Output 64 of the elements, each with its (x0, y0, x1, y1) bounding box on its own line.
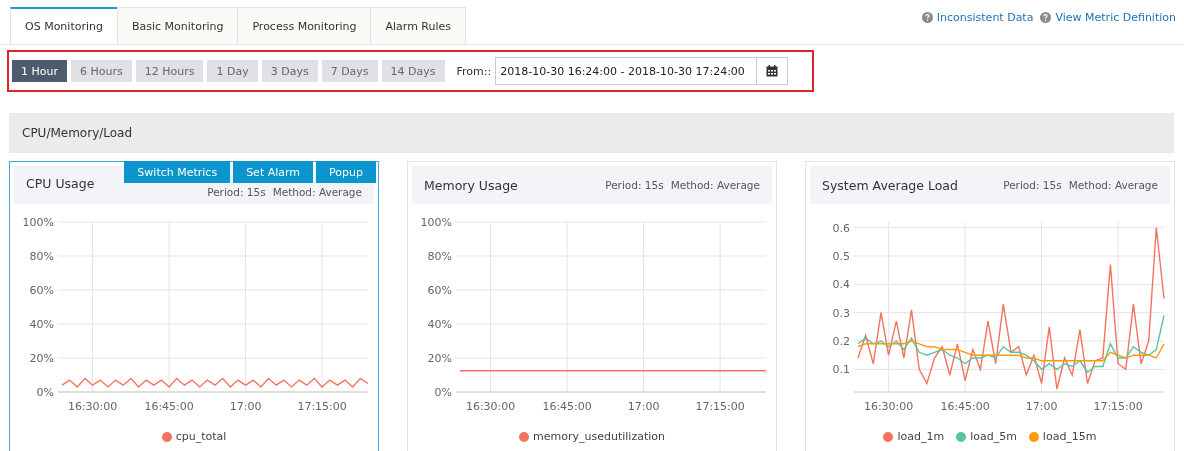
calendar-button[interactable] (756, 57, 789, 85)
axis-label: 17:00 (627, 400, 660, 413)
axis-label: 80% (29, 250, 54, 263)
axis-label: 0.4 (832, 278, 850, 292)
axis-label: 80% (427, 250, 452, 263)
axis-label: 16:45:00 (940, 400, 990, 413)
section-title: CPU/Memory/Load (22, 126, 133, 140)
legend-label[interactable]: load_15m (1042, 430, 1097, 443)
calendar-icon (766, 65, 779, 77)
help-link[interactable]: Inconsistent Data (936, 11, 1034, 24)
axis-label: 60% (427, 284, 452, 297)
axis-label: 16:30:00 (863, 400, 914, 413)
axis-label: 100% (420, 216, 452, 229)
axis-label: 0% (36, 386, 54, 399)
axis-label: 0.1 (832, 363, 850, 377)
legend-label[interactable]: load_1m (897, 430, 945, 443)
axis-label: 17:00 (229, 400, 262, 413)
help-icon (1040, 12, 1052, 23)
chart-method: Method: Average (670, 179, 760, 191)
legend-label[interactable]: cpu_total (175, 430, 227, 443)
axis-label: 40% (29, 318, 54, 331)
axis-label: 20% (29, 352, 54, 365)
date-range-field[interactable]: 2018-10-30 16:24:00 - 2018-10-30 17:24:00 (495, 57, 758, 85)
chart-title: CPU Usage (26, 175, 96, 191)
axis-label: 16:30:00 (67, 400, 118, 413)
help-link[interactable]: View Metric Definition (1055, 11, 1176, 24)
legend-label[interactable]: memory_usedutilization (533, 430, 665, 443)
time-range-button[interactable]: 6 Hours (71, 60, 132, 82)
tab[interactable]: Basic Monitoring (116, 7, 239, 44)
tab[interactable]: OS Monitoring (10, 7, 118, 44)
time-range-button[interactable]: 7 Days (321, 60, 378, 82)
axis-label: 16:30:00 (465, 400, 516, 413)
time-range-button[interactable]: 12 Hours (135, 60, 204, 82)
axis-label: 0.3 (832, 306, 850, 320)
axis-label: 17:15:00 (297, 400, 347, 413)
chart-title: Memory Usage (424, 177, 519, 193)
chart-method: Method: Average (272, 186, 362, 198)
axis-label: 0.6 (832, 221, 850, 235)
axis-label: 16:45:00 (542, 400, 592, 413)
time-range-button[interactable]: 1 Day (207, 60, 258, 82)
axis-label: 17:15:00 (695, 400, 745, 413)
axis-label: 0.5 (832, 250, 850, 263)
chart-period: Period: 15s (1003, 179, 1062, 191)
axis-label: 60% (29, 284, 54, 297)
axis-label: 40% (427, 318, 452, 331)
help-icon (921, 12, 933, 23)
time-range-button[interactable]: 1 Hour (12, 60, 67, 82)
chart-title: System Average Load (822, 177, 959, 193)
axis-label: 20% (427, 352, 452, 365)
chart-period: Period: 15s (207, 186, 266, 198)
axis-label: 17:15:00 (1093, 400, 1143, 413)
time-range-button[interactable]: 14 Days (381, 60, 445, 82)
axis-label: 100% (22, 216, 54, 229)
axis-label: 0% (434, 386, 452, 399)
axis-label: 17:00 (1025, 400, 1058, 413)
tab[interactable]: Process Monitoring (237, 7, 372, 44)
legend-label[interactable]: load_5m (970, 430, 1017, 443)
chart-period: Period: 15s (605, 179, 664, 191)
chart-method: Method: Average (1068, 179, 1158, 191)
date-range-label: From:: (456, 64, 492, 78)
axis-label: 16:45:00 (144, 400, 194, 413)
tab[interactable]: Alarm Rules (370, 7, 467, 44)
time-range-button[interactable]: 3 Days (261, 60, 318, 82)
axis-label: 0.2 (832, 335, 850, 348)
